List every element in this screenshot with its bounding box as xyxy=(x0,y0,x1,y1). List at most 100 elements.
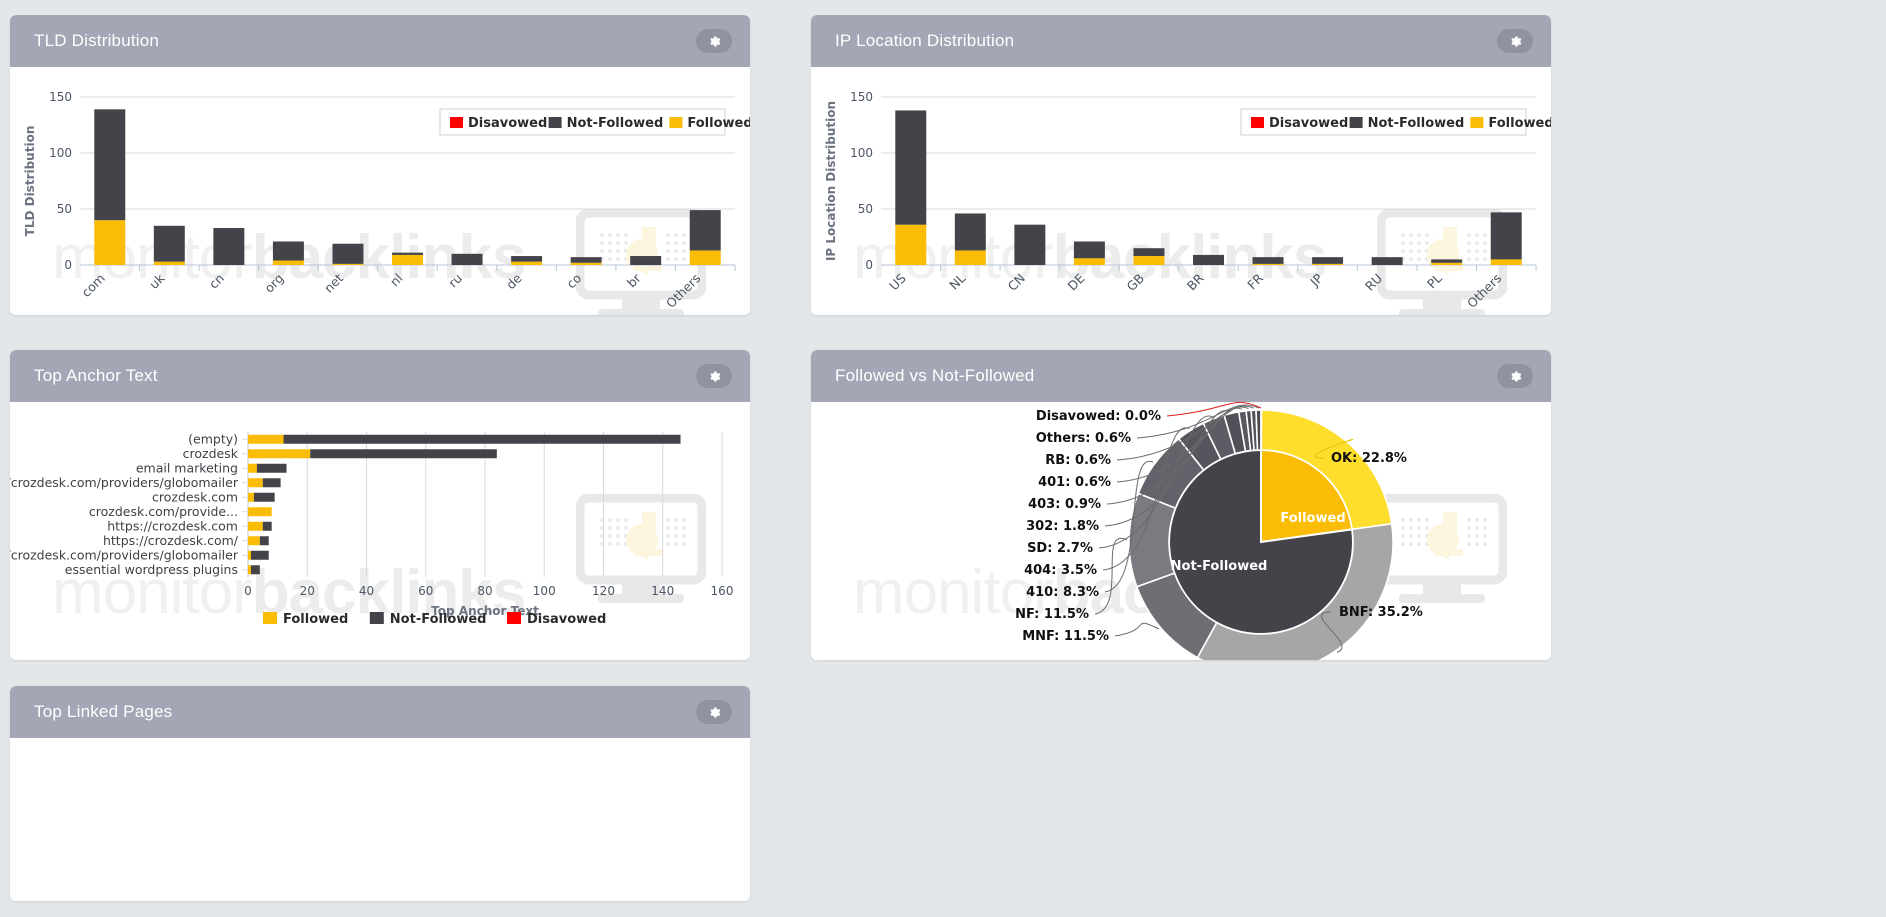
bar-segment[interactable] xyxy=(250,550,269,560)
bar-segment[interactable] xyxy=(248,536,260,546)
bar-segment[interactable] xyxy=(511,261,543,265)
bar-segment[interactable] xyxy=(1371,257,1403,265)
bar-segment[interactable] xyxy=(451,253,483,265)
x-tick-label: 120 xyxy=(592,584,615,598)
donut-slice-label: 302: 1.8% xyxy=(1026,519,1099,534)
bar-segment[interactable] xyxy=(954,250,986,265)
category-label: crozdesk xyxy=(183,446,239,461)
gear-icon[interactable] xyxy=(696,364,732,388)
bar-segment[interactable] xyxy=(570,262,602,265)
donut-slice-label: NF: 11.5% xyxy=(1015,607,1089,622)
bar-segment[interactable] xyxy=(283,434,681,444)
gear-icon[interactable] xyxy=(1497,29,1533,53)
bar-segment[interactable] xyxy=(262,521,272,531)
legend-label[interactable]: Not-Followed xyxy=(1368,116,1465,131)
bar-segment[interactable] xyxy=(253,492,275,502)
panel-title-tld: TLD Distribution xyxy=(34,31,160,50)
bar-segment[interactable] xyxy=(1431,262,1463,265)
legend-swatch xyxy=(1251,117,1264,128)
bar-segment[interactable] xyxy=(1193,254,1224,265)
bar-segment[interactable] xyxy=(1014,224,1046,265)
bar-segment[interactable] xyxy=(895,110,927,225)
bar-segment[interactable] xyxy=(94,109,126,221)
chart-followed-donut: Followed Not-Followed Disavowed: 0.0% Other… xyxy=(1015,402,1423,660)
bar-segment[interactable] xyxy=(248,550,251,560)
bar-segment[interactable] xyxy=(262,478,281,488)
y-axis-label: TLD Distribution xyxy=(23,126,37,237)
bar-segment[interactable] xyxy=(1312,257,1344,264)
y-tick-label: 50 xyxy=(858,202,873,216)
bar-segment[interactable] xyxy=(248,478,263,488)
bar-segment[interactable] xyxy=(248,449,311,459)
bar-segment[interactable] xyxy=(1133,248,1165,257)
donut-slice-label: SD: 2.7% xyxy=(1027,541,1093,556)
donut-outer-slice[interactable] xyxy=(1260,409,1263,451)
bar-segment[interactable] xyxy=(94,220,126,265)
panel-title-followed: Followed vs Not-Followed xyxy=(835,366,1035,385)
donut-slice-label: RB: 0.6% xyxy=(1045,453,1111,468)
x-tick-label: uk xyxy=(146,270,168,292)
bar-segment[interactable] xyxy=(1490,212,1522,260)
gear-icon[interactable] xyxy=(696,700,732,724)
bar-segment[interactable] xyxy=(272,260,304,265)
bar-segment[interactable] xyxy=(272,241,304,261)
bar-segment[interactable] xyxy=(1490,259,1522,265)
panel-header-anchor: Top Anchor Text xyxy=(10,350,750,402)
x-tick-label: 80 xyxy=(477,584,492,598)
bar-segment[interactable] xyxy=(332,243,364,264)
legend-label[interactable]: Disavowed xyxy=(1269,116,1348,131)
category-label: https://crozdesk.com/ xyxy=(103,533,239,548)
bar-segment[interactable] xyxy=(1133,256,1165,265)
bar-segment[interactable] xyxy=(256,463,287,473)
bar-segment[interactable] xyxy=(895,224,927,265)
bar-segment[interactable] xyxy=(1312,263,1344,265)
x-tick-label: net xyxy=(321,270,346,295)
bar-segment[interactable] xyxy=(570,257,602,263)
chart-ip: 0 50 100 150 IP Location Distribution US NL CN D… xyxy=(824,90,1551,311)
bar-segment[interactable] xyxy=(511,256,543,262)
bar-segment[interactable] xyxy=(630,256,662,265)
panel-top-anchor-text: Top Anchor Text monitorbacklinks 0 20 40… xyxy=(10,350,750,660)
donut-slice-label: Others: 0.6% xyxy=(1036,431,1131,446)
gear-icon[interactable] xyxy=(1497,364,1533,388)
bar-segment[interactable] xyxy=(1431,259,1463,263)
bar-segment[interactable] xyxy=(689,210,721,251)
bar-segment[interactable] xyxy=(259,536,269,546)
x-tick-label: nl xyxy=(387,271,406,290)
legend-label[interactable]: Disavowed xyxy=(527,612,606,627)
legend-label[interactable]: Not-Followed xyxy=(567,116,664,131)
category-label: https://crozdesk.com xyxy=(107,518,238,533)
legend-label[interactable]: Not-Followed xyxy=(390,612,487,627)
bar-segment[interactable] xyxy=(248,565,251,575)
bar-segment[interactable] xyxy=(248,434,284,444)
bar-segment[interactable] xyxy=(248,463,257,473)
y-tick-label: 100 xyxy=(49,146,72,160)
bar-segment[interactable] xyxy=(213,228,245,265)
bar-segment[interactable] xyxy=(1073,258,1105,265)
bar-segment[interactable] xyxy=(153,225,185,262)
bar-segment[interactable] xyxy=(250,565,260,575)
donut-slice-label: OK: 22.8% xyxy=(1331,451,1407,466)
bar-segment[interactable] xyxy=(248,507,272,517)
category-label: crozdesk.com/provide... xyxy=(89,504,238,519)
legend-label[interactable]: Followed xyxy=(1488,116,1551,131)
bar-segment[interactable] xyxy=(392,254,423,265)
bar-segment[interactable] xyxy=(689,250,721,265)
gear-icon[interactable] xyxy=(696,29,732,53)
bar-segment[interactable] xyxy=(153,261,185,265)
bar-segment[interactable] xyxy=(954,213,986,251)
legend-swatch xyxy=(1470,117,1484,128)
bar-segment[interactable] xyxy=(310,449,497,459)
bar-segment[interactable] xyxy=(248,521,263,531)
bar-segment[interactable] xyxy=(1073,241,1105,259)
legend-label[interactable]: Disavowed xyxy=(468,116,547,131)
bar-segment[interactable] xyxy=(392,252,423,255)
bar-segment[interactable] xyxy=(1252,263,1284,265)
bar-segment[interactable] xyxy=(248,492,254,502)
bar-segment[interactable] xyxy=(332,263,364,265)
x-tick-label: org xyxy=(261,271,286,296)
legend-label[interactable]: Followed xyxy=(283,612,348,627)
bar-segment[interactable] xyxy=(1252,257,1284,264)
x-tick-label: RU xyxy=(1362,271,1385,294)
legend-label[interactable]: Followed xyxy=(687,116,750,131)
